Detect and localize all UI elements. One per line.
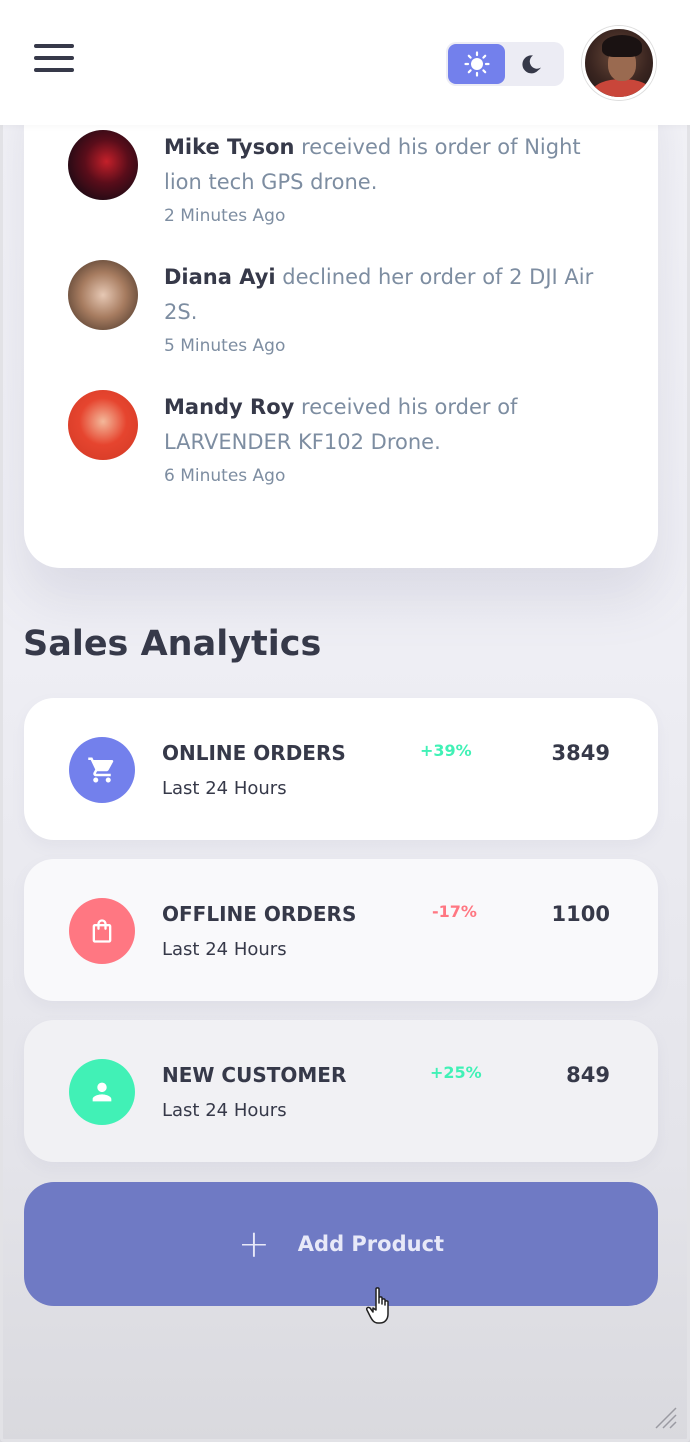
avatar (68, 130, 138, 200)
recent-updates-card: Mike Tyson received his order of Night l… (24, 60, 658, 568)
avatar (68, 390, 138, 460)
theme-toggle[interactable] (446, 42, 564, 86)
update-text: Mandy Roy received his order of LARVENDE… (164, 390, 624, 460)
add-product-label: Add Product (297, 1232, 445, 1256)
sales-change: +25% (430, 1063, 482, 1082)
hamburger-menu-icon[interactable] (34, 44, 76, 78)
sales-change: +39% (420, 741, 472, 760)
person-icon (69, 1059, 135, 1125)
sales-value: 849 (566, 1063, 610, 1087)
sales-item-new-customer[interactable]: NEW CUSTOMER Last 24 Hours +25% 849 (24, 1020, 658, 1162)
shopping-bag-icon (69, 898, 135, 964)
resize-grip-icon[interactable] (652, 1404, 678, 1430)
sun-icon[interactable] (448, 44, 505, 84)
sales-title: ONLINE ORDERS (162, 741, 346, 765)
plus-icon: + (237, 1222, 270, 1266)
moon-icon[interactable] (505, 44, 562, 84)
sales-title: NEW CUSTOMER (162, 1063, 347, 1087)
update-time: 6 Minutes Ago (164, 466, 286, 486)
sales-item-online-orders[interactable]: ONLINE ORDERS Last 24 Hours +39% 3849 (24, 698, 658, 840)
update-text: Mike Tyson received his order of Night l… (164, 130, 624, 200)
sales-title: OFFLINE ORDERS (162, 902, 357, 926)
sales-item-offline-orders[interactable]: OFFLINE ORDERS Last 24 Hours -17% 1100 (24, 859, 658, 1001)
update-time: 2 Minutes Ago (164, 206, 286, 226)
sales-subtitle: Last 24 Hours (162, 778, 287, 799)
sales-value: 3849 (551, 741, 610, 765)
hand-cursor-icon (366, 1287, 389, 1324)
sales-change: -17% (432, 902, 477, 921)
add-product-button[interactable]: + Add Product (24, 1182, 658, 1306)
update-name: Mike Tyson (164, 135, 295, 159)
update-time: 5 Minutes Ago (164, 336, 286, 356)
update-name: Mandy Roy (164, 395, 295, 419)
sales-subtitle: Last 24 Hours (162, 939, 287, 960)
update-text: Diana Ayi declined her order of 2 DJI Ai… (164, 260, 624, 330)
sales-value: 1100 (551, 902, 610, 926)
sales-subtitle: Last 24 Hours (162, 1100, 287, 1121)
section-title: Sales Analytics (23, 624, 322, 664)
cart-icon (69, 737, 135, 803)
user-avatar[interactable] (582, 26, 656, 100)
top-header (0, 0, 690, 125)
avatar (68, 260, 138, 330)
update-name: Diana Ayi (164, 265, 276, 289)
